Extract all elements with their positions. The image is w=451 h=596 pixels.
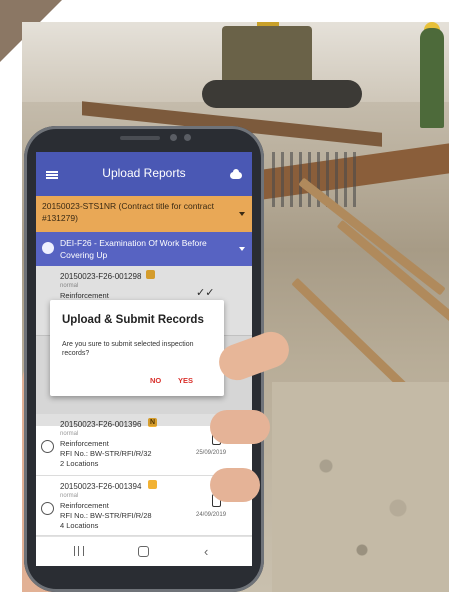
- recents-icon[interactable]: [74, 546, 84, 556]
- record-locations: 2 Locations: [60, 459, 99, 468]
- record-badge: [148, 480, 157, 489]
- excavator: [222, 26, 312, 88]
- timber-plank: [291, 277, 413, 396]
- timber-plank: [336, 219, 449, 324]
- dialog-title: Upload & Submit Records: [62, 314, 204, 326]
- android-nav-bar: ‹: [36, 536, 252, 566]
- timber-plank: [298, 177, 446, 296]
- cloud-upload-icon[interactable]: [230, 169, 242, 179]
- form-selector-label: DEI-F26 - Examination Of Work Before Cov…: [60, 238, 207, 260]
- hand-finger: [210, 468, 260, 502]
- contract-selector[interactable]: 20150023-STS1NR (Contract title for cont…: [36, 196, 252, 232]
- select-radio[interactable]: [41, 502, 54, 515]
- caret-down-icon: [239, 212, 245, 216]
- caret-down-icon: [239, 247, 245, 251]
- sensor-icon: [184, 134, 191, 141]
- worker: [420, 28, 444, 128]
- contract-selector-label: 20150023-STS1NR (Contract title for cont…: [42, 201, 214, 223]
- hand-finger: [210, 410, 270, 444]
- earpiece: [120, 136, 160, 140]
- record-type: Reinforcement: [60, 501, 109, 510]
- record-date: 25/09/2019: [196, 450, 227, 456]
- no-button[interactable]: NO: [150, 376, 161, 385]
- record-date: 24/09/2019: [196, 512, 227, 518]
- confirm-dialog: Upload & Submit Records Are you sure to …: [50, 300, 224, 396]
- excavator-track: [202, 80, 362, 108]
- camera-icon: [170, 134, 177, 141]
- record-type: Reinforcement: [60, 439, 109, 448]
- photo-frame: Upload Reports 20150023-STS1NR (Contract…: [0, 0, 451, 596]
- select-radio[interactable]: [41, 440, 54, 453]
- form-selector[interactable]: DEI-F26 - Examination Of Work Before Cov…: [36, 232, 252, 266]
- record-rfi: RFI No.: BW-STR/RFI/R/32: [60, 449, 152, 458]
- record-rfi: RFI No.: BW-STR/RFI/R/28: [60, 511, 152, 520]
- form-icon: [42, 242, 54, 254]
- gravel-ground: [272, 382, 449, 592]
- app-bar: Upload Reports: [36, 152, 252, 196]
- dialog-message: Are you sure to submit selected inspecti…: [62, 341, 194, 357]
- back-icon[interactable]: ‹: [204, 544, 208, 559]
- yes-button[interactable]: YES: [178, 376, 193, 385]
- record-status: normal: [60, 493, 79, 499]
- record-id: 20150023-F26-001394: [60, 482, 142, 491]
- record-status: normal: [60, 431, 79, 437]
- home-icon[interactable]: [138, 546, 149, 557]
- app-title: Upload Reports: [102, 166, 186, 180]
- record-locations: 4 Locations: [60, 521, 99, 530]
